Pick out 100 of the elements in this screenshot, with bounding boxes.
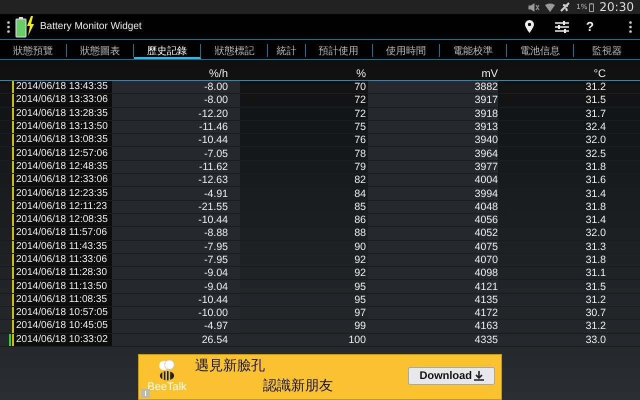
table-cell: -9.04 bbox=[112, 280, 240, 293]
tab[interactable]: 歷史記錄 bbox=[134, 44, 202, 59]
tab[interactable]: 使用時間 bbox=[372, 44, 440, 57]
tab[interactable]: 狀態標記 bbox=[201, 44, 268, 57]
table-cell: -8.88 bbox=[112, 227, 240, 240]
battery-logo-icon bbox=[15, 16, 35, 38]
table-cell: 3964 bbox=[368, 147, 498, 160]
table-cell-text: 85 bbox=[353, 200, 367, 213]
tab[interactable]: 狀態圖表 bbox=[67, 44, 134, 57]
table-cell-text: 31.6 bbox=[584, 174, 607, 186]
table-cell: 2014/06/18 11:57:06 bbox=[14, 227, 112, 240]
table-cell: 3913 bbox=[368, 120, 498, 134]
app-title: Battery Monitor Widget bbox=[40, 21, 142, 32]
table-cell: 3882 bbox=[368, 81, 498, 94]
table-cell-text: 31.1 bbox=[584, 267, 607, 280]
table-cell: 2014/06/18 12:23:35 bbox=[14, 187, 112, 200]
location-pin-icon[interactable] bbox=[525, 20, 534, 33]
table-cell-text: 72 bbox=[353, 108, 367, 120]
tab[interactable]: 電能校準 bbox=[440, 44, 507, 57]
table-cell: 2014/06/18 13:43:35 bbox=[14, 81, 112, 94]
table-cell-text: 86 bbox=[353, 214, 367, 226]
table-cell: 3994 bbox=[368, 187, 498, 200]
table-cell: -8.00 bbox=[112, 81, 240, 94]
tab[interactable]: 預計使用 bbox=[306, 44, 373, 57]
table-cell: -10.44 bbox=[112, 134, 240, 146]
clock: 20:30 bbox=[599, 0, 634, 14]
table-cell-text: 31.8 bbox=[584, 254, 607, 266]
table-cell-text: 32.0 bbox=[584, 134, 607, 146]
table-cell: -12.63 bbox=[112, 174, 240, 186]
table-cell-text: 82 bbox=[353, 174, 367, 186]
table-cell: 2014/06/18 11:43:35 bbox=[14, 240, 112, 253]
table-cell: -21.55 bbox=[112, 200, 240, 213]
table-cell: -8.00 bbox=[112, 94, 240, 107]
mute-icon bbox=[528, 2, 540, 12]
sliders-icon[interactable] bbox=[555, 20, 570, 32]
table-cell: 2014/06/18 10:33:02 bbox=[14, 334, 112, 346]
table-cell-text: 31.3 bbox=[584, 240, 607, 253]
table-cell-text: 78 bbox=[353, 147, 367, 160]
column-header: mV bbox=[480, 68, 498, 80]
table-cell: 2014/06/18 13:28:35 bbox=[14, 108, 112, 120]
table-cell-text: 31.8 bbox=[584, 200, 607, 213]
table-cell: -9.04 bbox=[112, 267, 240, 280]
table-cell: -10.44 bbox=[112, 214, 240, 226]
table-cell: 4135 bbox=[368, 294, 498, 306]
tab[interactable]: 電池信息 bbox=[506, 44, 574, 57]
table-cell: 2014/06/18 11:28:30 bbox=[14, 267, 112, 280]
table-cell: 2014/06/18 13:13:50 bbox=[14, 120, 112, 134]
table-cell-text: 79 bbox=[353, 160, 367, 174]
download-button[interactable]: Download bbox=[408, 366, 495, 385]
table-cell: 2014/06/18 12:08:35 bbox=[14, 214, 112, 226]
table-cell: 2014/06/18 10:45:05 bbox=[14, 320, 112, 333]
table-cell-text: 31.2 bbox=[584, 320, 607, 333]
wifi-icon bbox=[545, 2, 556, 12]
table-cell: 2014/06/18 11:08:35 bbox=[14, 294, 112, 306]
ad-headline: 遇見新臉孔 bbox=[195, 357, 266, 376]
help-button[interactable]: ? bbox=[586, 19, 594, 34]
table-cell-text: 70 bbox=[353, 81, 367, 94]
tab[interactable]: 統計 bbox=[268, 44, 306, 57]
table-cell-text: 31.2 bbox=[584, 294, 607, 306]
table-cell-text: 32.5 bbox=[584, 147, 607, 160]
table-cell: 4070 bbox=[368, 254, 498, 266]
table-cell: 2014/06/18 12:11:23 bbox=[14, 200, 112, 213]
table-cell: 4004 bbox=[368, 174, 498, 186]
table-cell: -7.95 bbox=[112, 240, 240, 253]
table-cell: 4335 bbox=[368, 334, 498, 346]
table-cell-text: 99 bbox=[353, 320, 367, 333]
table-cell: 26.54 bbox=[112, 334, 240, 346]
column-header: %/h bbox=[208, 68, 229, 80]
table-cell: 2014/06/18 11:33:06 bbox=[14, 254, 112, 266]
menu-icon[interactable] bbox=[7, 20, 10, 32]
download-icon bbox=[474, 370, 484, 381]
table-cell: 4121 bbox=[368, 280, 498, 293]
airplane-icon bbox=[560, 2, 572, 12]
table-cell-text: 32.0 bbox=[584, 227, 607, 240]
table-cell: 2014/06/18 12:48:35 bbox=[14, 160, 112, 174]
table-cell: 4048 bbox=[368, 200, 498, 213]
column-header: °C bbox=[592, 68, 607, 80]
table-cell: 4056 bbox=[368, 214, 498, 226]
table-cell-text: 88 bbox=[353, 227, 367, 240]
table-cell-text: 31.7 bbox=[584, 108, 607, 120]
table-cell: 2014/06/18 10:57:05 bbox=[14, 307, 112, 320]
table-cell: -4.91 bbox=[112, 187, 240, 200]
table-cell-text: 75 bbox=[353, 120, 367, 134]
table-cell-text: 31.4 bbox=[584, 214, 607, 226]
tab[interactable]: 監視器 bbox=[574, 44, 640, 57]
table-cell-text: 100 bbox=[347, 334, 367, 346]
table-cell: 2014/06/18 12:57:06 bbox=[14, 147, 112, 160]
table-cell-text: 31.4 bbox=[584, 187, 607, 200]
table-cell-text: 33.0 bbox=[584, 334, 607, 346]
overflow-menu-icon[interactable] bbox=[629, 20, 632, 32]
brand-name: BeeTalk bbox=[147, 382, 187, 394]
ad-banner[interactable]: BeeTalk 遇見新臉孔 認識新朋友 Download bbox=[138, 354, 502, 400]
table-cell-text: 97 bbox=[353, 307, 367, 320]
table-cell: -11.46 bbox=[112, 120, 240, 134]
tab[interactable]: 狀態預覽 bbox=[0, 44, 68, 57]
table-cell-text: 31.2 bbox=[584, 81, 607, 94]
table-cell: 4075 bbox=[368, 240, 498, 253]
ad-headline: 認識新朋友 bbox=[262, 376, 333, 396]
table-cell-text: 84 bbox=[353, 187, 367, 200]
charging-marker bbox=[9, 334, 11, 346]
